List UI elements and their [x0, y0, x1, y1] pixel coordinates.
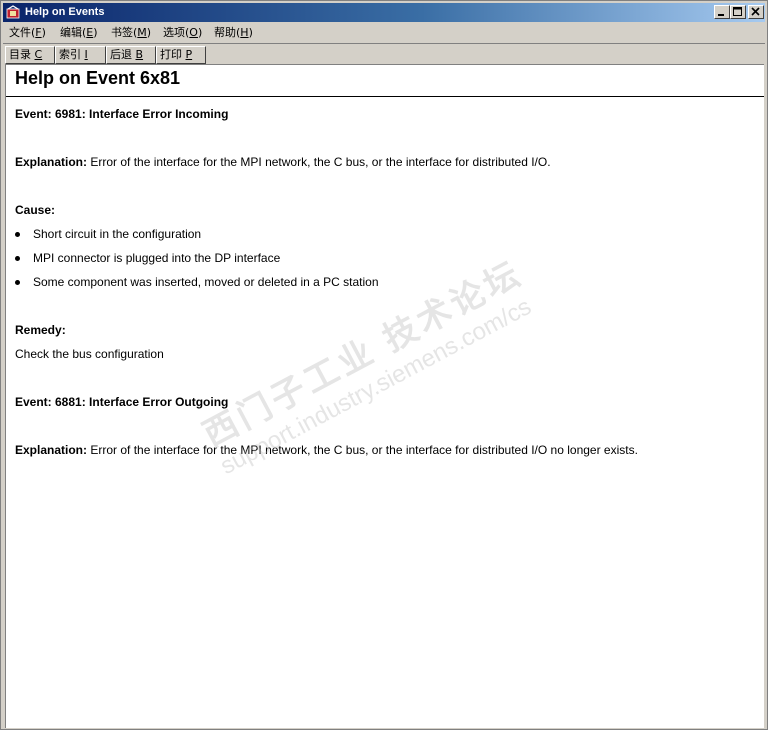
event2-explanation: Explanation: Error of the interface for … — [15, 443, 638, 457]
event2-explanation-label: Explanation: — [15, 443, 88, 457]
bullet-icon — [15, 280, 20, 285]
window-title: Help on Events — [25, 6, 105, 18]
list-item-text: Some component was inserted, moved or de… — [33, 275, 379, 289]
minimize-icon — [718, 14, 724, 16]
help-content-pane[interactable]: Help on Event 6x81 Event: 6981: Interfac… — [5, 64, 764, 728]
back-button[interactable]: 后退 B — [106, 46, 156, 64]
page-title: Help on Event 6x81 — [15, 68, 181, 88]
toolbar: 目录 C 索引 I 后退 B 打印 P — [3, 43, 765, 64]
menu-edit[interactable]: 编辑(E) — [56, 24, 102, 41]
remedy-heading: Remedy: — [15, 323, 66, 337]
remedy-text: Check the bus configuration — [15, 347, 164, 361]
list-item-text: MPI connector is plugged into the DP int… — [33, 251, 281, 265]
menu-help[interactable]: 帮助(H) — [210, 24, 257, 41]
title-divider — [6, 96, 764, 97]
event1-explanation-label: Explanation: — [15, 155, 88, 169]
menu-bar: 文件(F) 编辑(E) 书签(M) 选项(O) 帮助(H) — [3, 23, 765, 42]
close-button[interactable] — [748, 5, 764, 19]
bullet-icon — [15, 256, 20, 261]
maximize-icon — [733, 7, 742, 16]
list-item-text: Short circuit in the configuration — [33, 227, 202, 241]
bullet-icon — [15, 232, 20, 237]
minimize-button[interactable] — [714, 5, 730, 19]
event1-heading: Event: 6981: Interface Error Incoming — [15, 107, 229, 121]
index-button[interactable]: 索引 I — [55, 46, 106, 64]
maximize-button[interactable] — [730, 5, 746, 19]
close-icon — [751, 7, 760, 16]
help-window: Help on Events 文件(F) 编辑(E) 书签(M) 选项(O) 帮… — [0, 0, 768, 730]
contents-button[interactable]: 目录 C — [5, 46, 55, 64]
event2-heading: Event: 6881: Interface Error Outgoing — [15, 395, 229, 409]
event1-explanation-text: Error of the interface for the MPI netwo… — [87, 155, 551, 169]
watermark-title: 西门子工业 技术论坛 — [197, 254, 529, 455]
menu-file[interactable]: 文件(F) — [5, 24, 50, 41]
event1-explanation: Explanation: Error of the interface for … — [15, 155, 551, 169]
print-button[interactable]: 打印 P — [156, 46, 206, 64]
cause-heading: Cause: — [15, 203, 56, 217]
title-bar[interactable]: Help on Events — [3, 3, 765, 22]
help-app-icon — [6, 5, 21, 20]
menu-options[interactable]: 选项(O) — [159, 24, 206, 41]
menu-bookmark[interactable]: 书签(M) — [107, 24, 155, 41]
event2-explanation-text: Error of the interface for the MPI netwo… — [87, 443, 638, 457]
